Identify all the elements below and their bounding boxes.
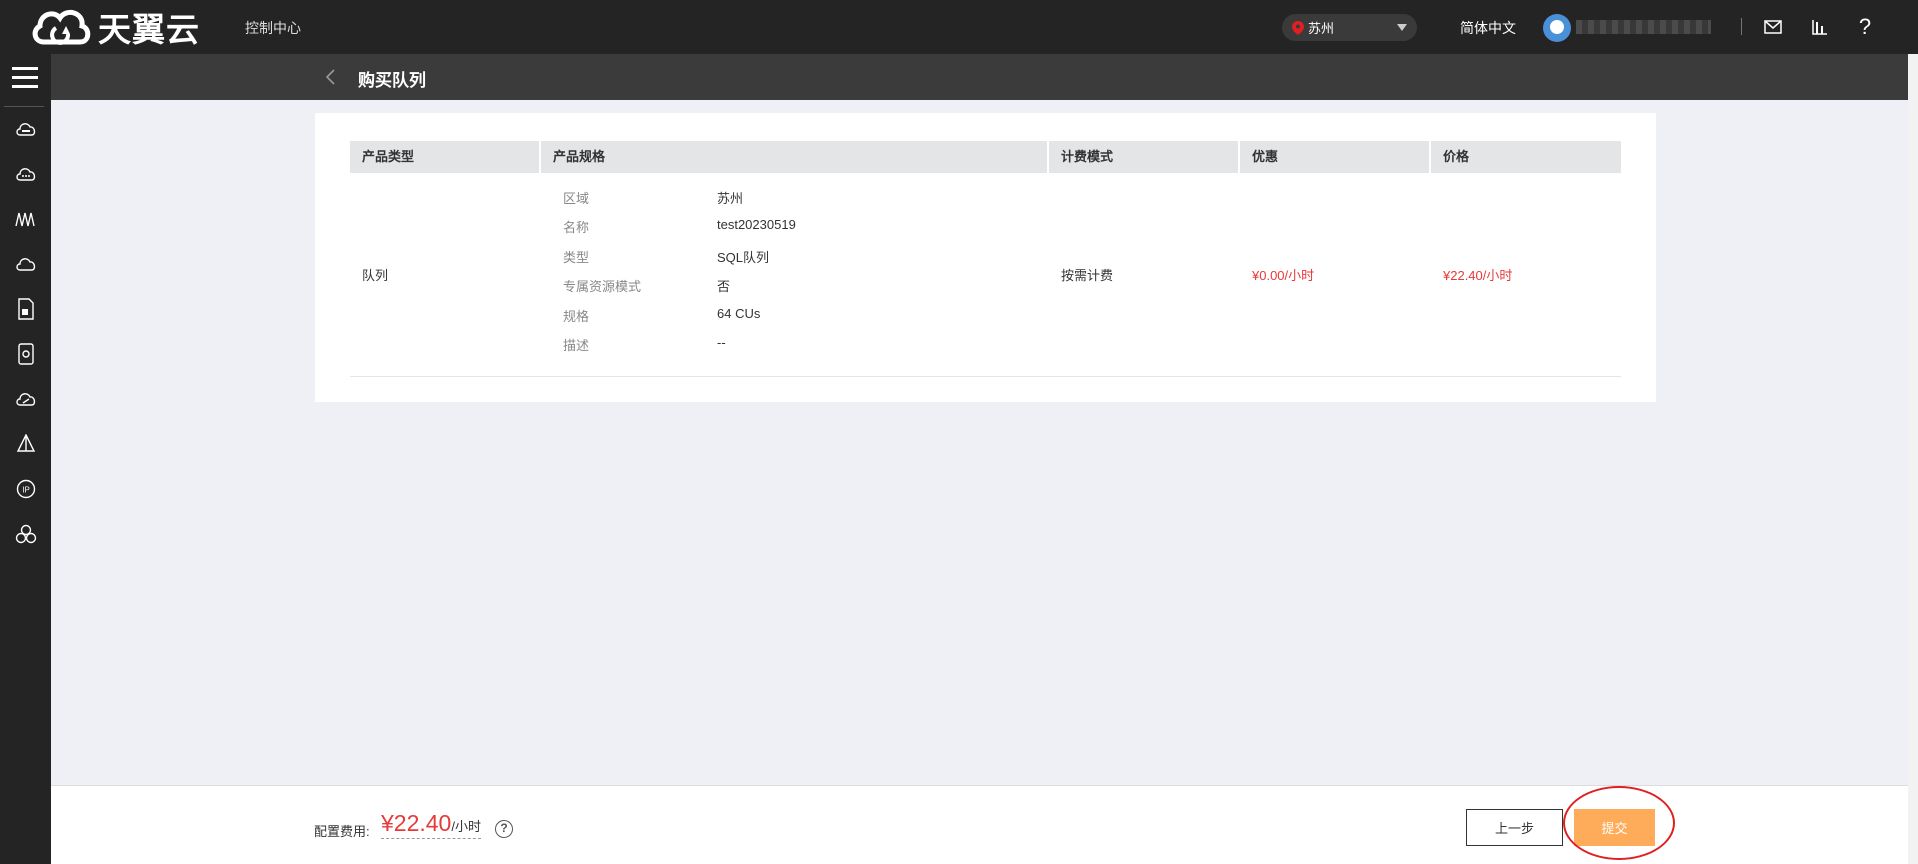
network-icon[interactable] [13, 206, 39, 232]
language-switch[interactable]: 简体中文 [1460, 18, 1516, 38]
divider [1741, 18, 1742, 35]
fee-total[interactable]: ¥22.40 /小时 [381, 810, 481, 839]
document-icon[interactable] [13, 296, 39, 322]
region-value: 苏州 [1308, 21, 1335, 36]
scrollbar[interactable] [1908, 54, 1918, 864]
username-redacted[interactable] [1576, 20, 1711, 34]
submit-button[interactable]: 提交 [1574, 809, 1655, 846]
product-type-value: 队列 [362, 268, 389, 283]
discount-value: ¥0.00/小时 [1252, 268, 1315, 283]
logo-text: 天翼云 [98, 11, 200, 48]
order-table: 产品类型 产品规格 计费模式 优惠 价格 队列 区域 苏州 名称 test202… [350, 141, 1621, 377]
table-row: 队列 区域 苏州 名称 test20230519 类型 SQL队列 专属资源模式… [350, 173, 1621, 377]
spec-value: 否 [717, 279, 731, 294]
top-navbar: 天翼云 控制中心 苏州 简体中文 ? [0, 0, 1918, 54]
header-product-spec: 产品规格 [541, 141, 1047, 173]
header-billing-mode: 计费模式 [1049, 141, 1238, 173]
footer-bar: 配置费用: ¥22.40 /小时 ? 上一步 提交 [51, 785, 1918, 864]
fee-label: 配置费用: [314, 824, 370, 839]
header-discount: 优惠 [1240, 141, 1429, 173]
logo[interactable]: 天翼云 [30, 4, 200, 50]
table-header: 产品类型 产品规格 计费模式 优惠 价格 [350, 141, 1621, 173]
spec-label: 专属资源模式 [563, 279, 642, 294]
storage-icon[interactable] [13, 341, 39, 367]
hamburger-menu-icon[interactable] [12, 67, 38, 91]
svg-text:IP: IP [22, 486, 30, 495]
page-header: 购买队列 [51, 54, 1918, 100]
console-link[interactable]: 控制中心 [245, 18, 301, 38]
spec-label: 描述 [563, 338, 590, 353]
header-product-type: 产品类型 [350, 141, 539, 173]
order-summary-card: 产品类型 产品规格 计费模式 优惠 价格 队列 区域 苏州 名称 test202… [315, 113, 1656, 402]
caret-down-icon [1397, 24, 1407, 31]
spec-label: 区域 [563, 191, 590, 206]
fee-amount: ¥22.40 [381, 810, 452, 836]
spec-value: -- [717, 335, 726, 350]
spec-value: SQL队列 [717, 250, 770, 265]
left-sidebar: IP [0, 54, 51, 864]
price-value: ¥22.40/小时 [1443, 268, 1513, 283]
spec-value: 苏州 [717, 191, 744, 206]
previous-step-button[interactable]: 上一步 [1466, 809, 1563, 846]
mail-icon[interactable] [1761, 15, 1785, 39]
triangle-icon[interactable] [13, 431, 39, 457]
ip-icon[interactable]: IP [13, 476, 39, 502]
spec-value: test20230519 [717, 217, 796, 232]
cloud-icon[interactable] [13, 251, 39, 277]
spec-label: 名称 [563, 220, 590, 235]
spec-value: 64 CUs [717, 306, 761, 321]
help-icon[interactable]: ? [1853, 15, 1877, 39]
avatar[interactable] [1543, 14, 1571, 42]
region-select[interactable]: 苏州 [1282, 14, 1417, 41]
cloud-disk-icon[interactable] [13, 161, 39, 187]
location-pin-icon [1292, 20, 1304, 35]
back-arrow-icon[interactable] [323, 68, 339, 86]
chart-icon[interactable] [1808, 15, 1832, 39]
cloud-link-icon[interactable] [13, 386, 39, 412]
billing-mode-value: 按需计费 [1061, 268, 1114, 283]
spec-label: 规格 [563, 309, 590, 324]
spec-label: 类型 [563, 250, 590, 265]
cluster-icon[interactable] [13, 521, 39, 547]
page-title: 购买队列 [358, 71, 426, 90]
cloud-logo-icon [32, 9, 91, 45]
fee-unit: /小时 [451, 819, 481, 834]
cloud-server-icon[interactable] [13, 116, 39, 142]
sidebar-divider [4, 106, 44, 107]
question-circle-icon[interactable]: ? [495, 820, 513, 838]
header-price: 价格 [1431, 141, 1621, 173]
